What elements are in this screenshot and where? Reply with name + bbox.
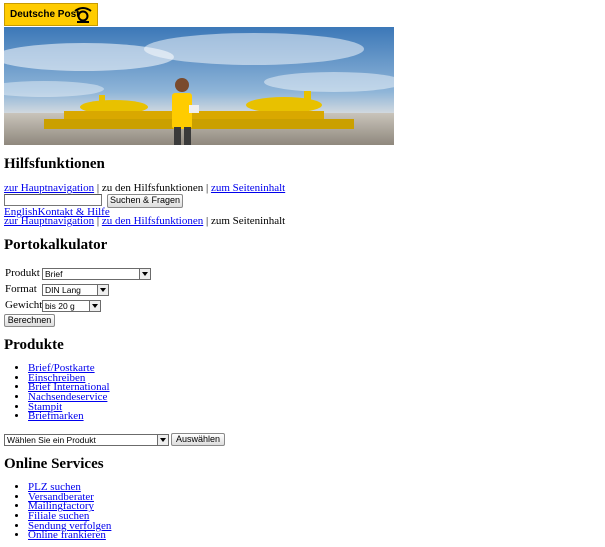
chevron-down-icon [97, 285, 108, 295]
skip-separator-2: | [94, 215, 102, 227]
product-chooser-select[interactable]: Wählen Sie ein Produkt [4, 434, 169, 446]
skip-separator-3: | zum Seiteninhalt [203, 215, 286, 227]
skip-help-link-2[interactable]: zu den Hilfsfunktionen [102, 215, 203, 227]
chevron-down-icon [89, 301, 100, 311]
product-chooser-value: Wählen Sie ein Produkt [7, 435, 96, 445]
product-link[interactable]: Briefmarken [28, 410, 84, 422]
post-horn-icon [74, 7, 92, 23]
format-select-value: DIN Lang [45, 285, 81, 295]
deutsche-post-logo[interactable]: Deutsche Post [4, 3, 98, 26]
weight-label: Gewicht [5, 299, 43, 311]
list-item: Online frankieren [28, 529, 111, 541]
hero-banner-image [4, 27, 394, 145]
calculate-button[interactable]: Berechnen [4, 314, 55, 327]
chevron-down-icon [139, 269, 150, 279]
porto-heading: Portokalkulator [4, 237, 108, 253]
online-services-list: PLZ suchen Versandberater Mailingfactory… [28, 482, 111, 541]
skip-links-row-2: zur Hauptnavigation | zu den Hilfsfunkti… [4, 215, 285, 227]
help-heading: Hilfsfunktionen [4, 156, 105, 172]
choose-button[interactable]: Auswählen [171, 433, 225, 446]
skip-main-nav-link-2[interactable]: zur Hauptnavigation [4, 215, 94, 227]
search-input[interactable] [4, 194, 102, 206]
service-link[interactable]: Online frankieren [28, 529, 106, 541]
products-list: Brief/Postkarte Einschreiben Brief Inter… [28, 363, 110, 422]
skip-content-link[interactable]: zum Seiteninhalt [211, 182, 285, 194]
format-label: Format [5, 283, 37, 295]
weight-select[interactable]: bis 20 g [42, 300, 101, 312]
online-services-heading: Online Services [4, 456, 104, 472]
skip-main-nav-link[interactable]: zur Hauptnavigation [4, 182, 94, 194]
skip-separator: | zu den Hilfsfunktionen | [94, 182, 211, 194]
weight-select-value: bis 20 g [45, 301, 75, 311]
chevron-down-icon [157, 435, 168, 445]
product-select[interactable]: Brief [42, 268, 151, 280]
skip-links-row: zur Hauptnavigation | zu den Hilfsfunkti… [4, 182, 285, 194]
products-heading: Produkte [4, 337, 64, 353]
product-select-value: Brief [45, 269, 63, 279]
format-select[interactable]: DIN Lang [42, 284, 109, 296]
list-item: Briefmarken [28, 410, 110, 422]
search-button[interactable]: Suchen & Fragen [107, 194, 183, 208]
product-label: Produkt [5, 267, 40, 279]
logo-text: Deutsche Post [10, 9, 80, 20]
